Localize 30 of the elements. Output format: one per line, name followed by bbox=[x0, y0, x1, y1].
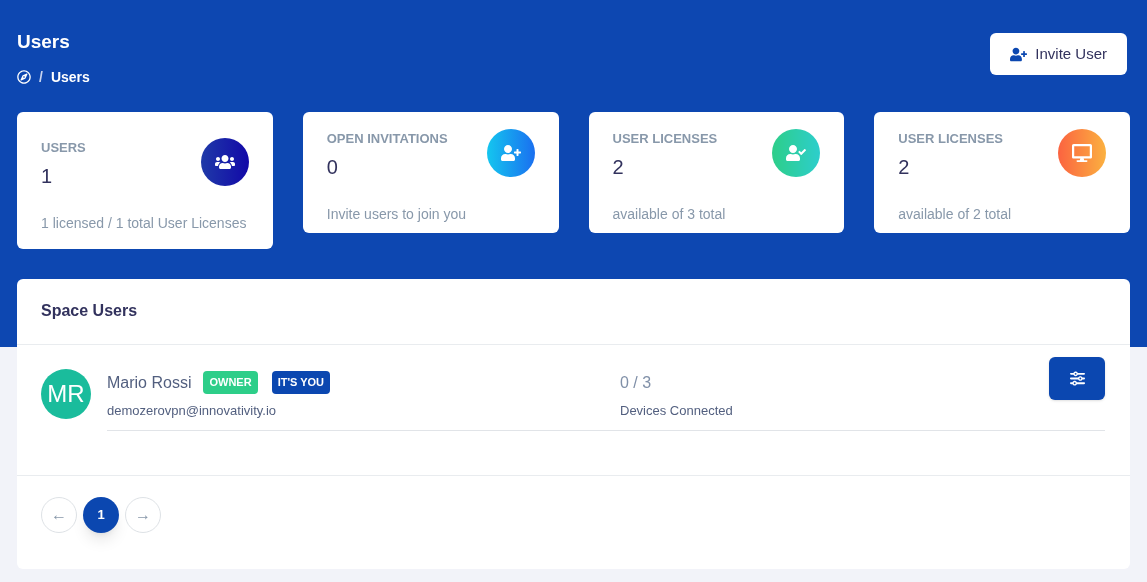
stat-note: 1 licensed / 1 total User Licenses bbox=[41, 214, 248, 233]
user-plus-icon bbox=[1010, 45, 1028, 63]
page-title: Users bbox=[17, 30, 71, 54]
card-title: Space Users bbox=[17, 278, 1130, 345]
stat-label: OPEN INVITATIONS bbox=[326, 129, 448, 148]
breadcrumb-item[interactable]: Users bbox=[50, 66, 90, 88]
stat-label: USER LICENSES bbox=[898, 129, 1003, 148]
stat-label: USERS bbox=[41, 138, 86, 157]
role-tag: OWNER bbox=[203, 371, 258, 394]
stat-value: 2 bbox=[612, 155, 625, 180]
monitor-icon bbox=[1058, 128, 1106, 177]
stat-label: USER LICENSES bbox=[612, 129, 718, 148]
stat-value: 0 bbox=[326, 155, 339, 180]
settings-button[interactable] bbox=[1049, 356, 1105, 400]
user-name: Mario Rossi bbox=[107, 372, 192, 393]
page-button[interactable]: 1 bbox=[83, 496, 119, 533]
stat-value: 1 bbox=[41, 164, 54, 189]
compass-icon[interactable] bbox=[17, 70, 31, 84]
breadcrumb-separator: / bbox=[39, 67, 43, 87]
invite-user-button[interactable]: Invite User bbox=[990, 33, 1127, 75]
stat-note: available of 3 total bbox=[612, 205, 727, 224]
stat-note: Invite users to join you bbox=[326, 205, 468, 224]
devices-label: Devices Connected bbox=[620, 401, 734, 420]
sliders-icon bbox=[1069, 370, 1085, 386]
stat-value: 2 bbox=[898, 155, 911, 180]
device-count: 0 / 3 bbox=[620, 372, 653, 393]
stat-note: available of 2 total bbox=[898, 205, 1013, 224]
role-tag: IT'S YOU bbox=[271, 371, 331, 394]
user-email: demozerovpn@innovativity.io bbox=[107, 401, 278, 420]
avatar: MR bbox=[41, 368, 91, 419]
